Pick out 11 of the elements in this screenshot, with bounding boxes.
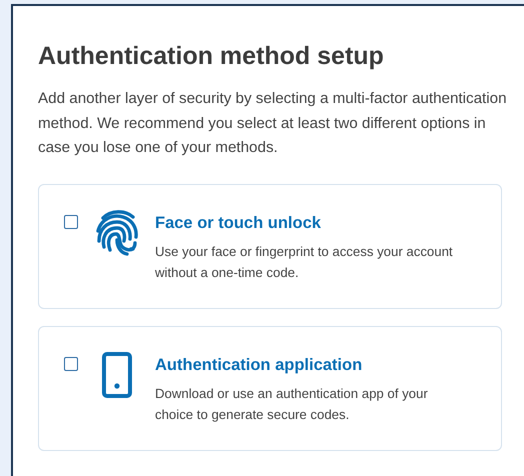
option-description: Download or use an authentication app of your choice to generate secure codes. — [155, 384, 429, 424]
checkbox[interactable] — [64, 356, 78, 370]
option-title: Face or touch unlock — [155, 212, 322, 234]
intro-text: Add another layer of security by selecting a multi-factor authentication method. We recommend you select at least two different options in case you lose one of your methods. — [38, 89, 508, 158]
page-title: Authentication method setup — [38, 41, 385, 72]
option-card[interactable]: Face or touch unlock Use your face or fingerprint to access your account without a one-time code. — [38, 184, 502, 308]
fingerprint-icon — [95, 208, 139, 256]
checkbox[interactable] — [64, 214, 78, 228]
option-card[interactable]: Authentication application Download or use an authentication app of your choice to generate secure codes. — [38, 326, 502, 450]
option-description: Use your face or fingerprint to access your account without a one-time code. — [155, 242, 454, 282]
option-title: Authentication application — [155, 354, 364, 376]
